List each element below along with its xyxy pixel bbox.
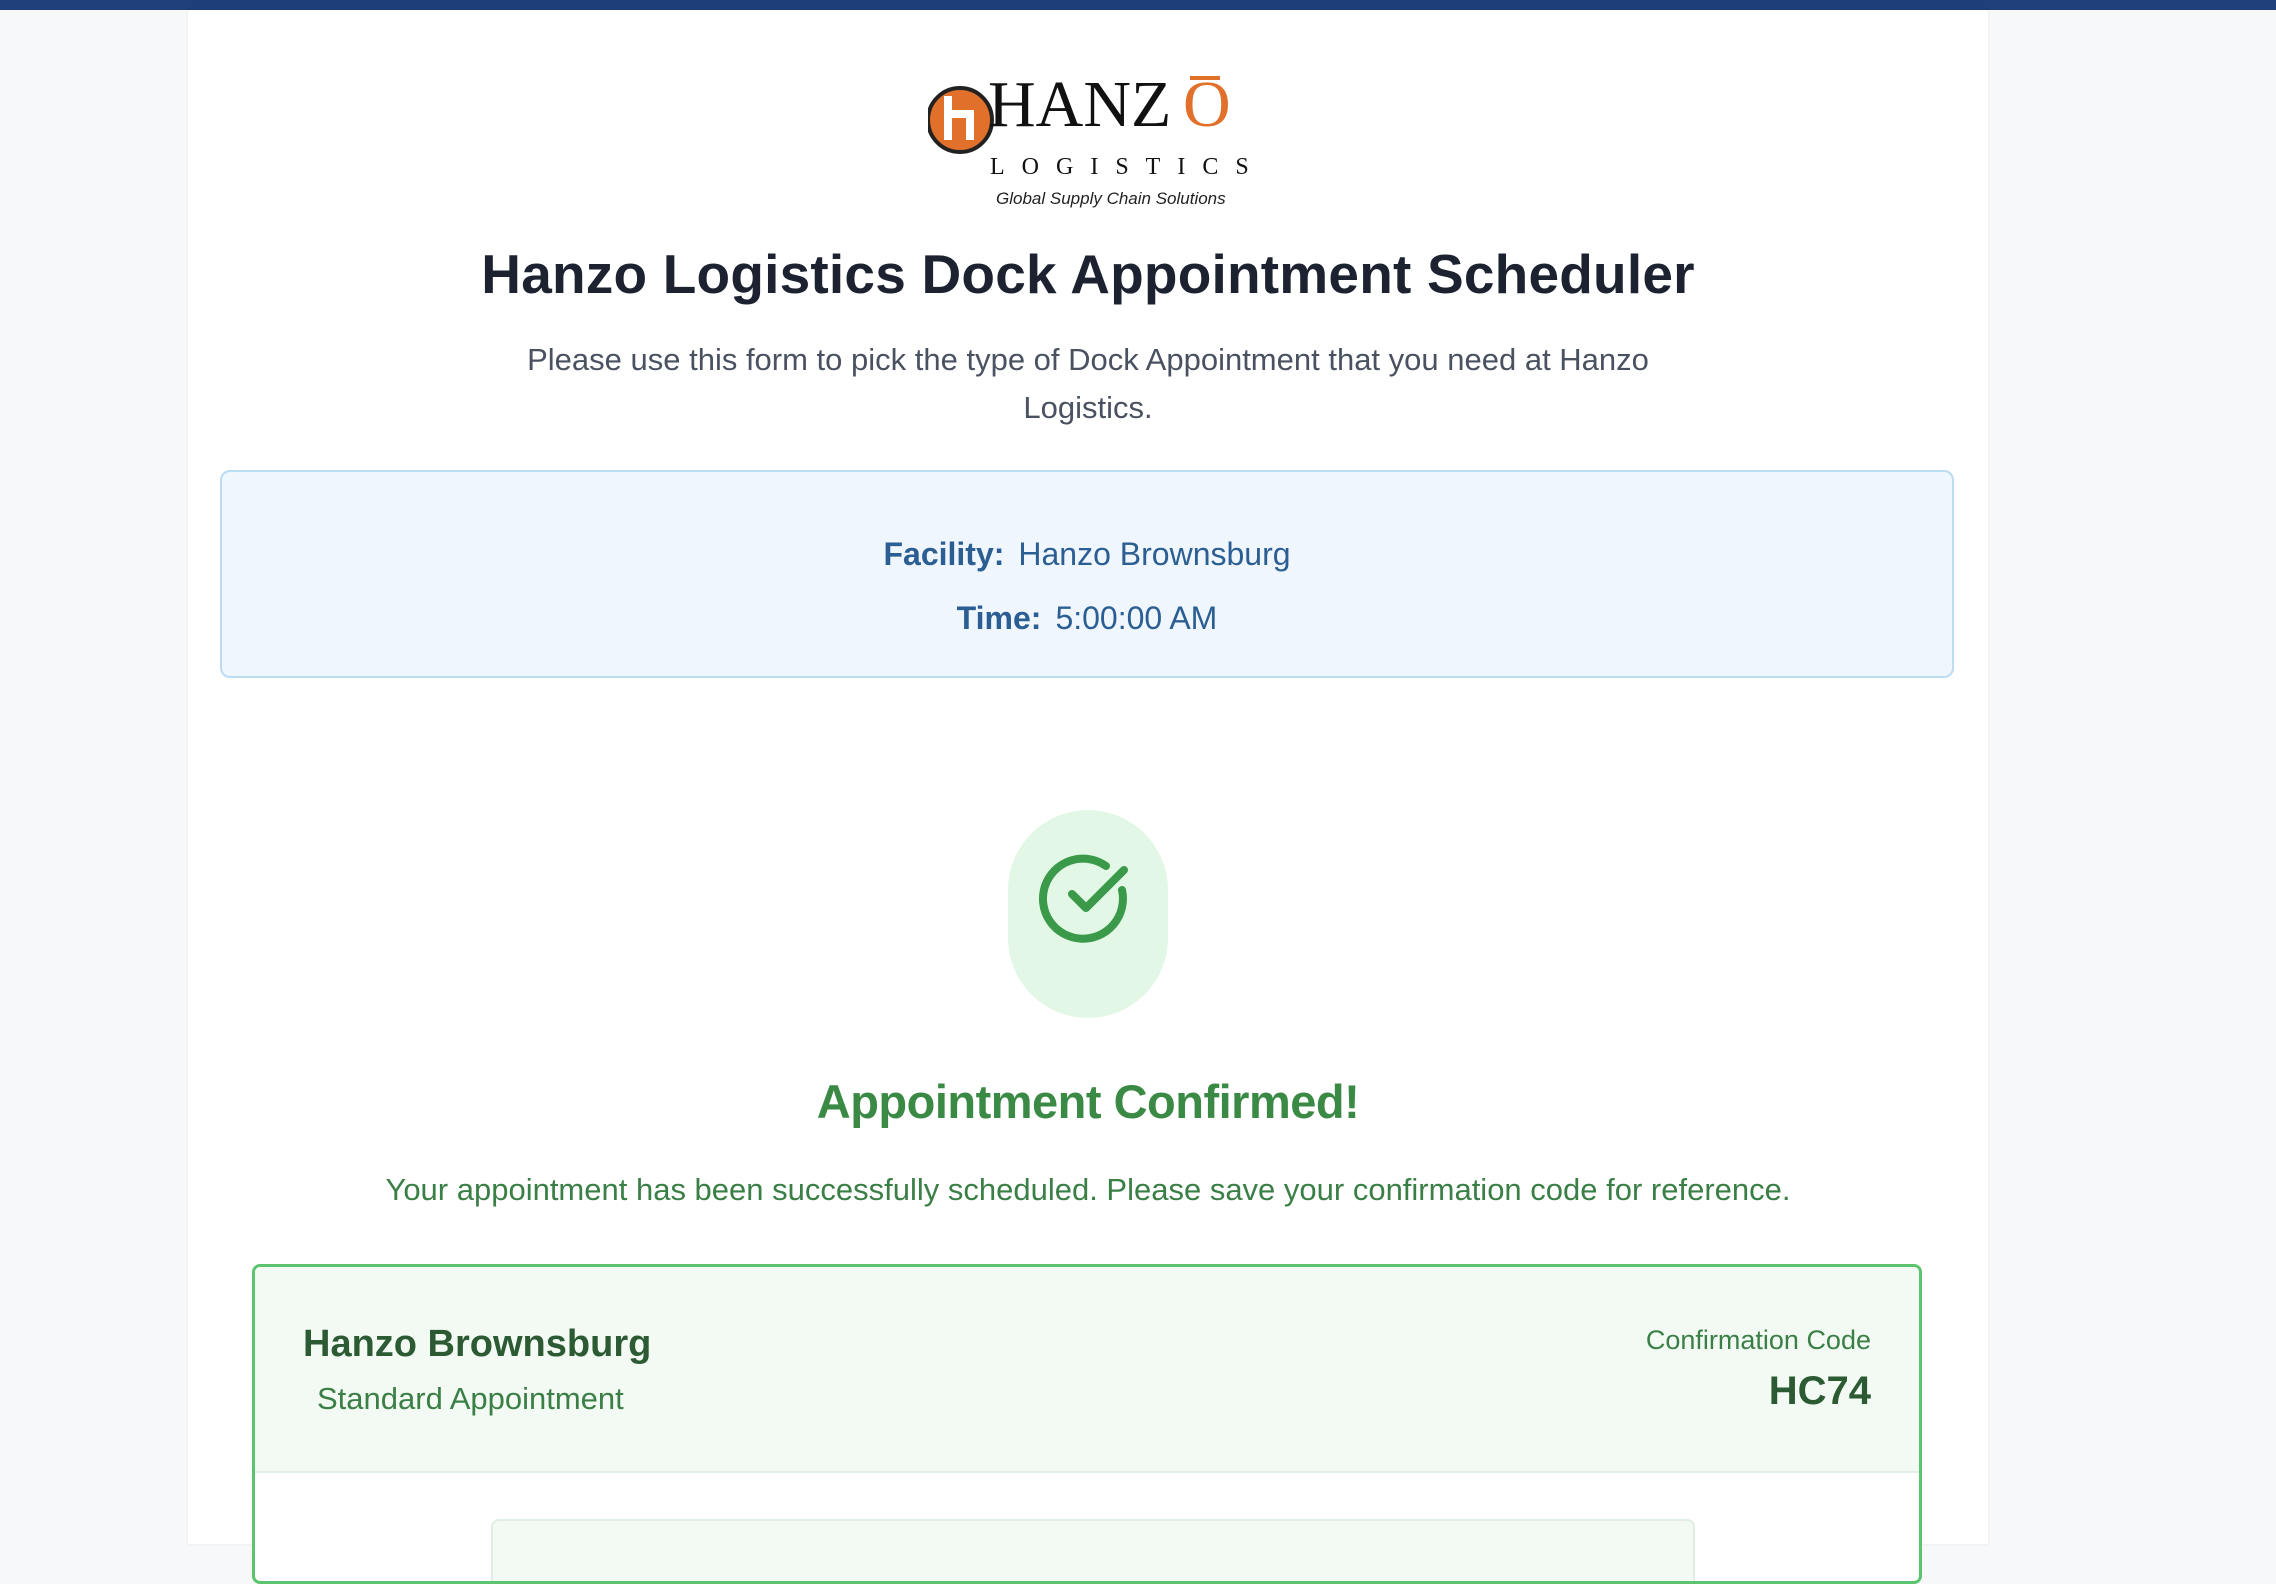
hanzo-logo: HANZ O LOGISTICS Global Supply Chain Sol… [926,68,1288,210]
confirmation-details-box [491,1519,1695,1581]
appointment-info-box: Facility: Hanzo Brownsburg Time: 5:00:00 A… [220,470,1954,678]
time-value: 5:00:00 AM [1055,600,1218,636]
svg-text:HANZ: HANZ [988,70,1171,141]
confirmation-card: Hanzo Brownsburg Standard Appointment Co… [252,1264,1922,1584]
success-badge [1008,810,1168,1018]
svg-text:O: O [1183,70,1231,141]
confirmation-card-header: Hanzo Brownsburg Standard Appointment Co… [255,1267,1919,1473]
confirmation-code: HC74 [1768,1369,1871,1413]
svg-text:LOGISTICS: LOGISTICS [990,154,1266,180]
page-title: Hanzo Logistics Dock Appointment Schedul… [481,243,1695,305]
confirmation-message: Your appointment has been successfully s… [385,1172,1791,1207]
svg-text:Global Supply Chain Solutions: Global Supply Chain Solutions [996,189,1226,208]
check-circle-icon [1038,854,1128,943]
time-row: Time: 5:00:00 AM [222,600,1952,637]
confirmation-facility: Hanzo Brownsburg [303,1323,652,1365]
time-label: Time: [956,600,1042,636]
confirmation-title: Appointment Confirmed! [816,1075,1360,1128]
top-accent-bar [0,0,2276,10]
main-panel: HANZ O LOGISTICS Global Supply Chain Sol… [188,10,1988,1584]
facility-value: Hanzo Brownsburg [1018,536,1291,572]
facility-row: Facility: Hanzo Brownsburg [222,536,1952,573]
facility-label: Facility: [883,536,1005,572]
confirmation-code-label: Confirmation Code [1645,1325,1871,1355]
appointment-type: Standard Appointment [317,1381,624,1416]
page-subtitle: Please use this form to pick the type of… [527,342,1649,425]
